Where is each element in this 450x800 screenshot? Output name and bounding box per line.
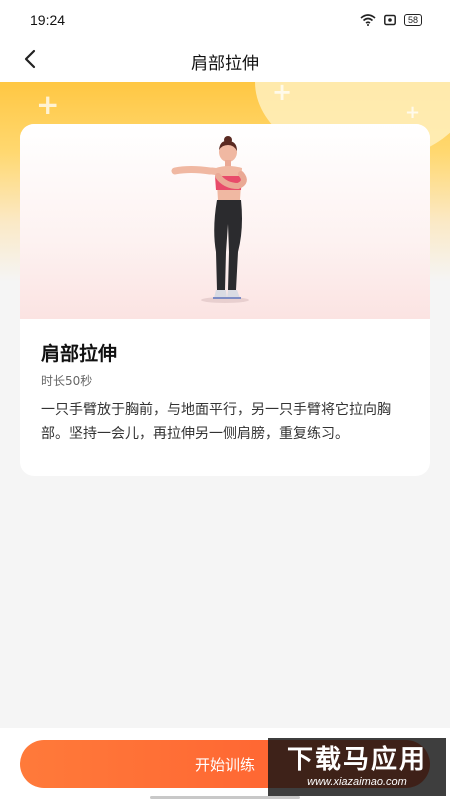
exercise-duration: 时长50秒 [41,374,93,388]
page-title: 肩部拉伸 [191,54,259,74]
watermark-logo: 下载马应用 www.xiazaimao.com [268,738,446,796]
woman-stretching-figure [171,136,249,303]
plus-decoration-icon: + [272,82,293,106]
watermark-text: 下载马应用 [286,745,427,775]
status-time: 19:24 [30,12,66,28]
top-app-bar: 肩部拉伸 [0,40,450,82]
plus-decoration-icon: + [405,102,421,123]
status-bar: 19:24 58 [0,0,450,40]
status-icons: 58 [360,11,422,30]
plus-decoration-icon: + [36,88,60,121]
start-training-label: 开始训练 [194,755,255,774]
notification-icon [384,11,396,30]
exercise-title: 肩部拉伸 [41,343,118,365]
exercise-description: 一只手臂放于胸前，与地面平行，另一只手臂将它拉向胸部。坚持一会儿，再拉伸另一侧肩… [41,402,391,442]
home-indicator[interactable] [150,796,300,799]
exercise-illustration [20,124,430,319]
watermark-url: www.xiazaimao.com [307,776,407,788]
exercise-card: 肩部拉伸 时长50秒 一只手臂放于胸前，与地面平行，另一只手臂将它拉向胸部。坚持… [20,124,430,476]
battery-icon: 58 [403,14,422,26]
wifi-icon [360,11,376,30]
